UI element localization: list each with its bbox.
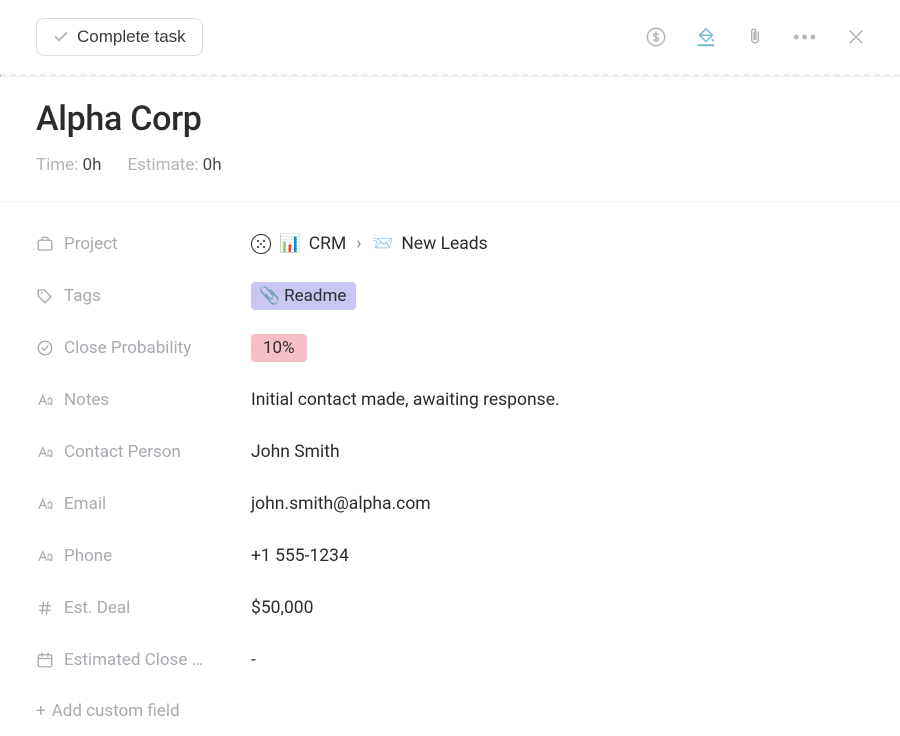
phone-value[interactable]: +1 555-1234 — [251, 546, 349, 566]
fields-section: Project 📊 CRM › 📨 New Leads Tags 📎 Readm… — [0, 202, 900, 736]
project-badge-icon — [251, 234, 271, 254]
complete-task-label: Complete task — [77, 27, 186, 47]
calendar-icon — [36, 651, 54, 669]
email-label: Email — [64, 494, 106, 514]
field-close-probability: Close Probability 10% — [36, 322, 864, 374]
project-label-wrap: Project — [36, 234, 251, 254]
check-icon — [53, 29, 69, 45]
time-meta[interactable]: Time: 0h — [36, 155, 101, 175]
attachment-icon[interactable] — [745, 26, 765, 48]
field-est-deal: Est. Deal $50,000 — [36, 582, 864, 634]
field-email: Email john.smith@alpha.com — [36, 478, 864, 530]
close-date-value[interactable]: - — [251, 650, 256, 670]
meta-row: Time: 0h Estimate: 0h — [36, 155, 864, 175]
page-title[interactable]: Alpha Corp — [36, 99, 864, 139]
text-icon — [36, 495, 54, 513]
field-estimated-close: Estimated Close … - — [36, 634, 864, 686]
tags-value[interactable]: 📎 Readme — [251, 282, 356, 310]
close-prob-label: Close Probability — [64, 338, 191, 358]
estimate-value: 0h — [203, 155, 222, 175]
time-value: 0h — [83, 155, 102, 175]
field-phone: Phone +1 555-1234 — [36, 530, 864, 582]
estimate-meta[interactable]: Estimate: 0h — [127, 155, 221, 175]
field-contact-person: Contact Person John Smith — [36, 426, 864, 478]
project-label: Project — [64, 234, 118, 254]
notes-label: Notes — [64, 390, 109, 410]
field-notes: Notes Initial contact made, awaiting res… — [36, 374, 864, 426]
tag-chip-emoji: 📎 — [259, 286, 280, 306]
tag-chip-readme[interactable]: 📎 Readme — [251, 282, 356, 310]
deal-value[interactable]: $50,000 — [251, 598, 313, 618]
add-field-label: Add custom field — [52, 701, 180, 721]
tags-label-wrap: Tags — [36, 286, 251, 306]
tag-icon — [36, 287, 54, 305]
estimate-label: Estimate: — [127, 155, 198, 175]
crm-text: CRM — [309, 234, 346, 254]
more-icon[interactable]: ••• — [793, 27, 818, 48]
contact-value[interactable]: John Smith — [251, 442, 340, 462]
close-prob-chip: 10% — [251, 334, 307, 362]
leads-text: New Leads — [401, 234, 487, 254]
email-label-wrap: Email — [36, 494, 251, 514]
contact-label: Contact Person — [64, 442, 181, 462]
field-project: Project 📊 CRM › 📨 New Leads — [36, 218, 864, 270]
email-value[interactable]: john.smith@alpha.com — [251, 494, 431, 514]
notes-value[interactable]: Initial contact made, awaiting response. — [251, 390, 560, 410]
close-date-label: Estimated Close … — [64, 650, 203, 670]
phone-label: Phone — [64, 546, 112, 566]
topbar: Complete task ••• — [0, 0, 900, 74]
time-label: Time: — [36, 155, 78, 175]
tag-chip-text: Readme — [284, 286, 346, 306]
close-prob-label-wrap: Close Probability — [36, 338, 251, 358]
add-plus: + — [36, 701, 46, 721]
phone-label-wrap: Phone — [36, 546, 251, 566]
header-section: Alpha Corp Time: 0h Estimate: 0h — [0, 77, 900, 202]
project-value[interactable]: 📊 CRM › 📨 New Leads — [251, 234, 488, 254]
deal-label: Est. Deal — [64, 598, 130, 618]
top-actions: ••• — [645, 26, 866, 48]
text-icon — [36, 443, 54, 461]
paint-bucket-icon[interactable] — [695, 26, 717, 48]
close-prob-value[interactable]: 10% — [251, 334, 307, 362]
close-icon[interactable] — [846, 27, 866, 47]
crm-emoji: 📊 — [279, 234, 301, 254]
text-icon — [36, 391, 54, 409]
hash-icon — [36, 599, 54, 617]
leads-emoji: 📨 — [372, 234, 394, 254]
probability-icon — [36, 339, 54, 357]
project-icon — [36, 235, 54, 253]
deal-label-wrap: Est. Deal — [36, 598, 251, 618]
close-date-label-wrap: Estimated Close … — [36, 650, 251, 670]
complete-task-button[interactable]: Complete task — [36, 18, 203, 56]
contact-label-wrap: Contact Person — [36, 442, 251, 462]
notes-label-wrap: Notes — [36, 390, 251, 410]
tags-label: Tags — [64, 286, 101, 306]
currency-icon[interactable] — [645, 26, 667, 48]
breadcrumb-separator: › — [356, 234, 361, 254]
field-tags: Tags 📎 Readme — [36, 270, 864, 322]
text-icon — [36, 547, 54, 565]
add-custom-field-button[interactable]: + Add custom field — [36, 686, 864, 736]
